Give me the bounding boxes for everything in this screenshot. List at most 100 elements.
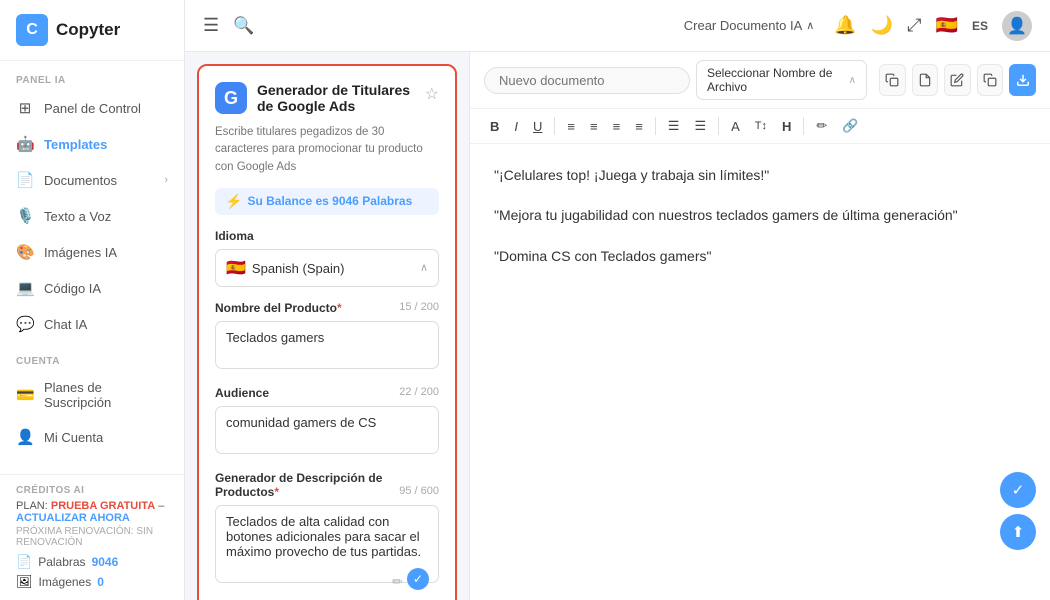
toolbar-icon-2[interactable] [912,64,939,96]
sidebar-item-texto-voz[interactable]: 🎙️ Texto a Voz [0,198,184,234]
avatar[interactable]: 👤 [1002,11,1032,41]
content-area: G Generador de Titulares de Google Ads ☆… [185,52,1050,600]
plan-free-link[interactable]: PRUEBA GRATUITA [51,500,155,512]
balance-text: Su Balance es 9046 Palabras [247,194,412,208]
idioma-label: Idioma [215,229,439,243]
check-icon[interactable]: ✓ [407,568,429,590]
document-icon: 📄 [16,171,34,189]
topbar: ☰ 🔍 Crear Documento IA ∧ 🔔 🌙 ⤢ 🇪🇸 ES 👤 [185,0,1050,52]
expand-icon[interactable]: ⤢ [907,15,921,36]
palabras-credits: 📄 Palabras 9046 [16,554,168,570]
editor-line-2: "Mejora tu jugabilidad con nuestros tecl… [494,204,1026,226]
editor-content[interactable]: "¡Celulares top! ¡Juega y trabaja sin lí… [470,144,1050,600]
archivo-label: Seleccionar Nombre de Archivo [707,66,843,94]
toolbar-export-button[interactable] [1009,64,1036,96]
format-align-right[interactable]: ≡ [607,116,627,137]
toolbar-icon-3[interactable] [944,64,971,96]
desc-label: Generador de Descripción de Productos* 9… [215,471,439,499]
star-icon[interactable]: ☆ [425,84,439,104]
idioma-select[interactable]: 🇪🇸Spanish (Spain) ∧ [215,249,439,287]
format-list-unordered[interactable]: ☰ [688,115,712,137]
grid-icon: ⊞ [16,99,34,117]
chevron-right-icon: › [164,174,168,186]
toolbar-icon-4[interactable] [977,64,1004,96]
logo-name: Copyter [56,20,120,40]
palabras-label: Palabras [38,555,85,569]
logo-area[interactable]: C Copyter [0,0,184,61]
format-pen[interactable]: ✏ [810,115,833,137]
main-area: ☰ 🔍 Crear Documento IA ∧ 🔔 🌙 ⤢ 🇪🇸 ES 👤 G… [185,0,1050,600]
format-align-left[interactable]: ≡ [561,116,581,137]
topbar-icons: 🔔 🌙 ⤢ 🇪🇸 ES 👤 [834,11,1032,41]
format-list-ordered[interactable]: ☰ [662,115,686,137]
google-icon: G [215,82,247,114]
sidebar-item-label: Chat IA [44,317,87,332]
sidebar-item-label: Imágenes IA [44,245,117,260]
sidebar-item-panel[interactable]: ⊞ Panel de Control [0,90,184,126]
sidebar-item-codigo[interactable]: 💻 Código IA [0,270,184,306]
fab-check-button[interactable]: ✓ [1000,472,1036,508]
fmt-sep-1 [554,117,555,135]
editor-line-1: "¡Celulares top! ¡Juega y trabaja sin lí… [494,164,1026,186]
imagenes-count: 0 [97,575,104,589]
sidebar-item-chat[interactable]: 💬 Chat IA [0,306,184,342]
pencil-icon[interactable]: ✏ [392,574,403,590]
sidebar-item-documentos[interactable]: 📄 Documentos › [0,162,184,198]
format-align-justify[interactable]: ≡ [629,116,649,137]
format-font-color[interactable]: A [725,116,746,137]
cuenta-label: CUENTA [0,342,184,371]
renovacion-text: PRÓXIMA RENOVACIÓN: SIN RENOVACIÓN [16,526,168,548]
crear-documento-button[interactable]: Crear Documento IA ∧ [684,18,815,33]
sidebar-item-templates[interactable]: 🤖 Templates [0,126,184,162]
format-link[interactable]: 🔗 [836,115,864,137]
doc-name-input[interactable] [484,67,690,94]
format-heading[interactable]: H [776,116,797,137]
chevron-up-icon: ∧ [806,19,814,32]
crear-label: Crear Documento IA [684,18,803,33]
select-archivo-button[interactable]: Seleccionar Nombre de Archivo ∧ [696,60,867,100]
format-bar: B I U ≡ ≡ ≡ ≡ ☰ ☰ A T↕ H ✏ 🔗 [470,109,1050,144]
audience-label: Audience 22 / 200 [215,386,439,400]
format-italic[interactable]: I [508,116,524,137]
search-icon[interactable]: 🔍 [233,16,254,36]
idioma-value: Spanish (Spain) [252,261,345,276]
audience-input[interactable]: comunidad gamers de CS [215,406,439,454]
format-bold[interactable]: B [484,116,505,137]
sidebar-item-imagenes[interactable]: 🎨 Imágenes IA [0,234,184,270]
format-font-size[interactable]: T↕ [749,117,773,135]
sidebar-item-label: Planes de Suscripción [44,380,168,410]
nombre-input[interactable]: Teclados gamers [215,321,439,369]
lang-label: ES [972,19,988,33]
audience-counter: 22 / 200 [399,386,439,398]
floating-buttons: ✓ ⬆ [1000,472,1036,550]
plan-info: PLAN: PRUEBA GRATUITA – ACTUALIZAR AHORA [16,500,168,524]
mic-icon: 🎙️ [16,207,34,225]
right-panel: Seleccionar Nombre de Archivo ∧ [470,52,1050,600]
robot-icon: 🤖 [16,135,34,153]
toolbar-icon-1[interactable] [879,64,906,96]
bolt-icon: ⚡ [225,193,242,210]
code-icon: 💻 [16,279,34,297]
format-underline[interactable]: U [527,116,548,137]
bell-icon[interactable]: 🔔 [834,15,856,36]
tool-description: Escribe titulares pegadizos de 30 caract… [215,124,439,176]
panel-ia-label: PANEL IA [0,61,184,90]
sidebar-item-planes[interactable]: 💳 Planes de Suscripción [0,371,184,419]
image-small-icon: 🖼 [16,574,33,590]
sidebar-item-micuenta[interactable]: 👤 Mi Cuenta [0,419,184,455]
nombre-counter: 15 / 200 [399,301,439,313]
plan-update-link[interactable]: ACTUALIZAR AHORA [16,512,130,524]
imagenes-credits: 🖼 Imágenes 0 [16,574,168,590]
plan-separator: – [158,500,164,512]
desc-input[interactable]: Teclados de alta calidad con botones adi… [215,505,439,583]
flag-icon: 🇪🇸 [936,15,958,36]
spain-flag-icon: 🇪🇸 [226,260,246,277]
moon-icon[interactable]: 🌙 [871,15,893,36]
format-align-center[interactable]: ≡ [584,116,604,137]
hamburger-icon[interactable]: ☰ [203,15,219,36]
logo-icon: C [16,14,48,46]
fab-scroll-up-button[interactable]: ⬆ [1000,514,1036,550]
fmt-sep-2 [655,117,656,135]
editor-line-3: "Domina CS con Teclados gamers" [494,245,1026,267]
sidebar: C Copyter PANEL IA ⊞ Panel de Control 🤖 … [0,0,185,600]
